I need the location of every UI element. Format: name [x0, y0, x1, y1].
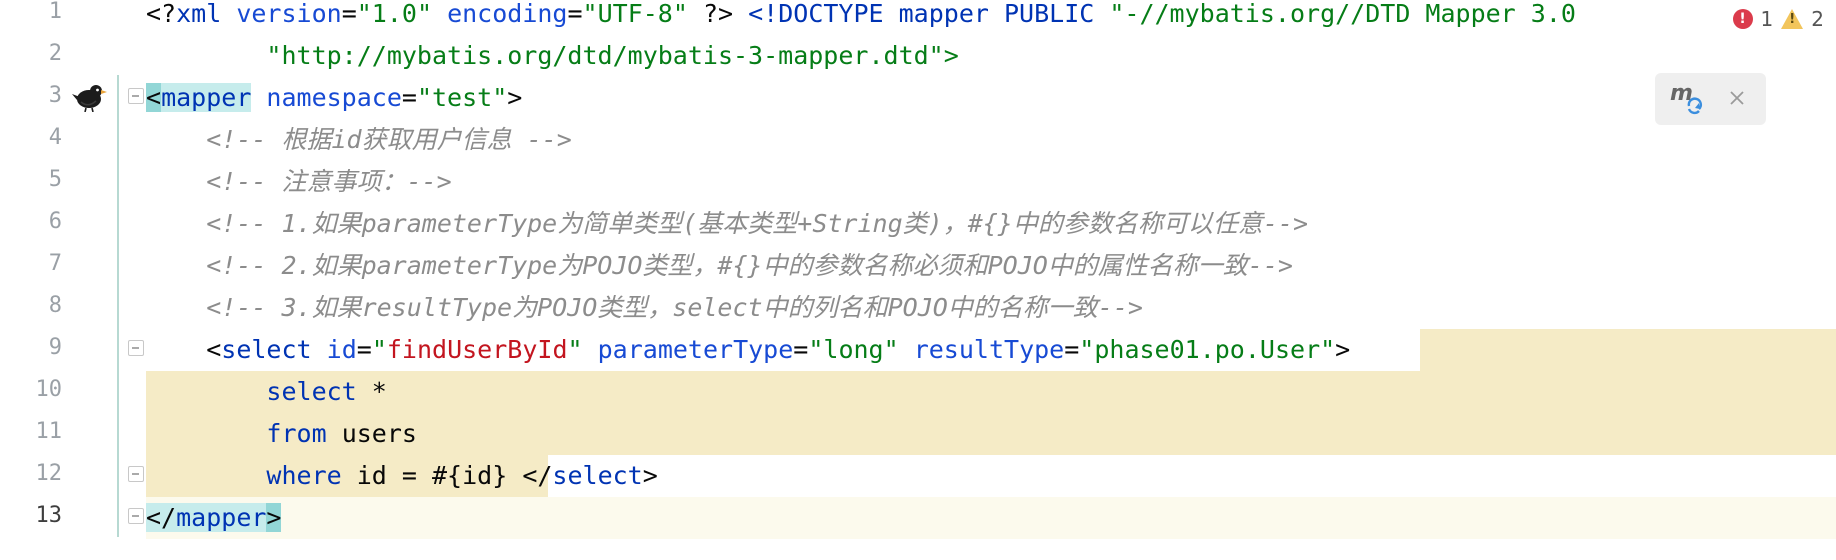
- fold-end-select[interactable]: [128, 466, 144, 482]
- tag-bracket: >: [266, 503, 282, 532]
- attr-name: version: [221, 0, 342, 28]
- tag-name-mapper: mapper: [161, 83, 252, 112]
- code-line-9[interactable]: <select id="findUserById" parameterType=…: [146, 329, 1350, 371]
- code-line-12[interactable]: where id = #{id} </select>: [146, 455, 658, 497]
- tag-bracket: <: [146, 83, 162, 112]
- attr-value: "UTF-8": [582, 0, 688, 28]
- sql-text: *: [356, 377, 387, 406]
- attr-eq: =: [401, 83, 417, 112]
- attr-value: "phase01.po.User": [1079, 335, 1336, 364]
- code-line-7[interactable]: <!-- 2.如果parameterType为POJO类型，#{}中的参数名称必…: [146, 245, 1293, 287]
- attr-name: encoding: [432, 0, 568, 28]
- attr-quote: ": [567, 335, 583, 364]
- xml-decl-name: xml: [176, 0, 222, 28]
- sql-text: id = #{id}: [341, 461, 523, 490]
- fold-toggle-mapper[interactable]: [128, 88, 144, 104]
- doctype-public-id: "-//mybatis.org//DTD Mapper 3.0: [1094, 0, 1576, 28]
- mybatis-bird-icon[interactable]: [72, 80, 108, 112]
- code-editor[interactable]: 1 2 3 4 5 6 7 8 9 10 11 12 13 <?xml vers…: [0, 0, 1836, 560]
- attr-eq: =: [356, 335, 372, 364]
- maven-reload-icon[interactable]: m: [1669, 82, 1705, 116]
- code-line-4[interactable]: <!-- 根据id获取用户信息 -->: [146, 119, 572, 161]
- code-line-8[interactable]: <!-- 3.如果resultType为POJO类型，select中的列名和PO…: [146, 287, 1143, 329]
- tag-name-mapper-close: mapper: [176, 503, 267, 532]
- attr-name: namespace: [251, 83, 402, 112]
- code-line-10[interactable]: select *: [146, 371, 387, 413]
- code-line-5[interactable]: <!-- 注意事项：-->: [146, 161, 451, 203]
- error-icon[interactable]: !: [1732, 9, 1753, 29]
- code-line-3[interactable]: <mapper namespace="test">: [146, 77, 522, 119]
- attr-value: "long": [808, 335, 899, 364]
- error-count[interactable]: 1: [1761, 7, 1774, 31]
- line-number: 7: [48, 251, 62, 276]
- line-number: 8: [48, 293, 62, 318]
- attr-name: parameterType: [582, 335, 794, 364]
- attr-name: resultType: [898, 335, 1065, 364]
- tag-bracket: >: [642, 461, 658, 490]
- line-number: 11: [35, 419, 63, 444]
- selection-highlight: [1420, 329, 1836, 371]
- line-number: 5: [48, 167, 62, 192]
- attr-value: "1.0": [356, 0, 433, 28]
- tag-bracket: >: [1335, 335, 1351, 364]
- sql-keyword: from: [266, 419, 327, 448]
- tag-name-select-close: select: [552, 461, 643, 490]
- tag-bracket: <: [206, 335, 222, 364]
- line-number: 2: [48, 41, 62, 66]
- attr-eq: =: [341, 0, 357, 28]
- code-line-11[interactable]: from users: [146, 413, 417, 455]
- code-line-13[interactable]: </mapper>: [146, 497, 282, 539]
- sql-keyword: select: [266, 377, 357, 406]
- line-number: 10: [35, 377, 63, 402]
- tag-name-select: select: [221, 335, 312, 364]
- doctype-keyword: <!DOCTYPE mapper PUBLIC: [733, 0, 1095, 28]
- attr-eq: =: [793, 335, 809, 364]
- attr-quote: ": [371, 335, 387, 364]
- tag-bracket: </: [522, 461, 553, 490]
- xml-decl-close: ?>: [687, 0, 734, 28]
- tag-bracket: </: [146, 503, 177, 532]
- line-number: 6: [48, 209, 62, 234]
- code-area[interactable]: <?xml version="1.0" encoding="UTF-8" ?> …: [146, 0, 1836, 560]
- code-line-6[interactable]: <!-- 1.如果parameterType为简单类型(基本类型+String类…: [146, 203, 1308, 245]
- warning-icon[interactable]: [1781, 9, 1804, 29]
- code-line-1[interactable]: <?xml version="1.0" encoding="UTF-8" ?> …: [146, 0, 1576, 35]
- xml-decl-open: <?: [146, 0, 177, 28]
- attr-eq: =: [1064, 335, 1080, 364]
- attr-value: "test": [416, 83, 508, 112]
- close-icon[interactable]: [1726, 87, 1748, 109]
- sql-text: users: [326, 419, 417, 448]
- fold-toggle-select[interactable]: [128, 340, 144, 356]
- current-line-highlight: [146, 497, 1836, 539]
- warning-count[interactable]: 2: [1811, 7, 1824, 31]
- inspection-status[interactable]: ! 1 2: [1726, 6, 1824, 32]
- floating-toolbar: m: [1655, 73, 1766, 125]
- attr-eq: =: [567, 0, 583, 28]
- doctype-system-id: "http://mybatis.org/dtd/mybatis-3-mapper…: [146, 41, 959, 70]
- attr-value-id: findUserById: [386, 335, 568, 364]
- code-line-2[interactable]: "http://mybatis.org/dtd/mybatis-3-mapper…: [146, 35, 959, 77]
- sql-keyword: where: [266, 461, 342, 490]
- fold-end-mapper[interactable]: [128, 508, 144, 524]
- line-number: 9: [48, 335, 62, 360]
- line-number: 12: [35, 461, 63, 486]
- changed-lines-marker[interactable]: [117, 75, 119, 537]
- editor-gutter[interactable]: 1 2 3 4 5 6 7 8 9 10 11 12 13: [0, 0, 146, 560]
- tag-bracket: >: [507, 83, 523, 112]
- attr-name: id: [311, 335, 357, 364]
- line-number: 4: [48, 125, 62, 150]
- line-number: 1: [48, 0, 62, 24]
- line-number: 3: [48, 83, 62, 108]
- line-number-current: 13: [35, 503, 63, 528]
